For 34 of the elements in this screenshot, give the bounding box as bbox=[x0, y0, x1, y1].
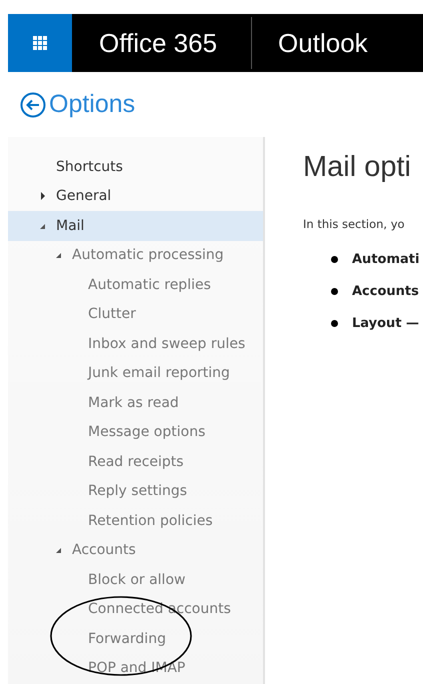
nav-item[interactable]: Reply settings bbox=[8, 476, 263, 506]
back-icon[interactable] bbox=[20, 92, 46, 118]
nav-item[interactable]: Read receipts bbox=[8, 447, 263, 476]
collapse-arrow-icon[interactable] bbox=[56, 251, 62, 260]
suite-title[interactable]: Office 365 bbox=[99, 28, 218, 58]
grid-icon bbox=[33, 36, 47, 50]
nav-item[interactable]: Block or allow bbox=[8, 565, 263, 594]
nav-item[interactable]: Retention policies bbox=[8, 506, 263, 536]
nav-item[interactable]: Automatic processing bbox=[8, 240, 263, 270]
app-title[interactable]: Outlook bbox=[278, 28, 368, 58]
intro-text: In this section, yo bbox=[303, 217, 406, 231]
nav-item[interactable]: Clutter bbox=[8, 300, 263, 329]
nav-item[interactable]: Mark as read bbox=[8, 388, 263, 418]
nav-item[interactable]: Automatic replies bbox=[8, 270, 263, 300]
collapse-arrow-icon[interactable] bbox=[56, 546, 62, 554]
nav-item[interactable]: Inbox and sweep rules bbox=[8, 329, 263, 358]
bullet-text: Automati bbox=[352, 252, 420, 266]
nav-item[interactable]: Accounts bbox=[8, 536, 263, 565]
expand-arrow-icon[interactable] bbox=[40, 192, 46, 200]
bullet-text: Accounts bbox=[352, 284, 419, 298]
section-title: Mail opti bbox=[303, 151, 412, 184]
collapse-arrow-icon[interactable] bbox=[40, 222, 46, 230]
bullet-icon bbox=[331, 288, 338, 294]
page-title: Options bbox=[49, 90, 136, 119]
nav-item[interactable]: Junk email reporting bbox=[8, 358, 263, 388]
app-launcher-button[interactable] bbox=[8, 14, 72, 72]
nav-item[interactable]: General bbox=[8, 182, 263, 211]
bullet-text: Layout — bbox=[352, 316, 420, 330]
nav-item[interactable]: Message options bbox=[8, 418, 263, 447]
nav-item[interactable]: Shortcuts bbox=[8, 152, 263, 182]
nav-item[interactable]: Forwarding bbox=[8, 624, 263, 654]
bullet-icon bbox=[331, 256, 338, 262]
bullet-icon bbox=[331, 320, 338, 326]
nav-item[interactable]: Mail bbox=[8, 211, 263, 240]
